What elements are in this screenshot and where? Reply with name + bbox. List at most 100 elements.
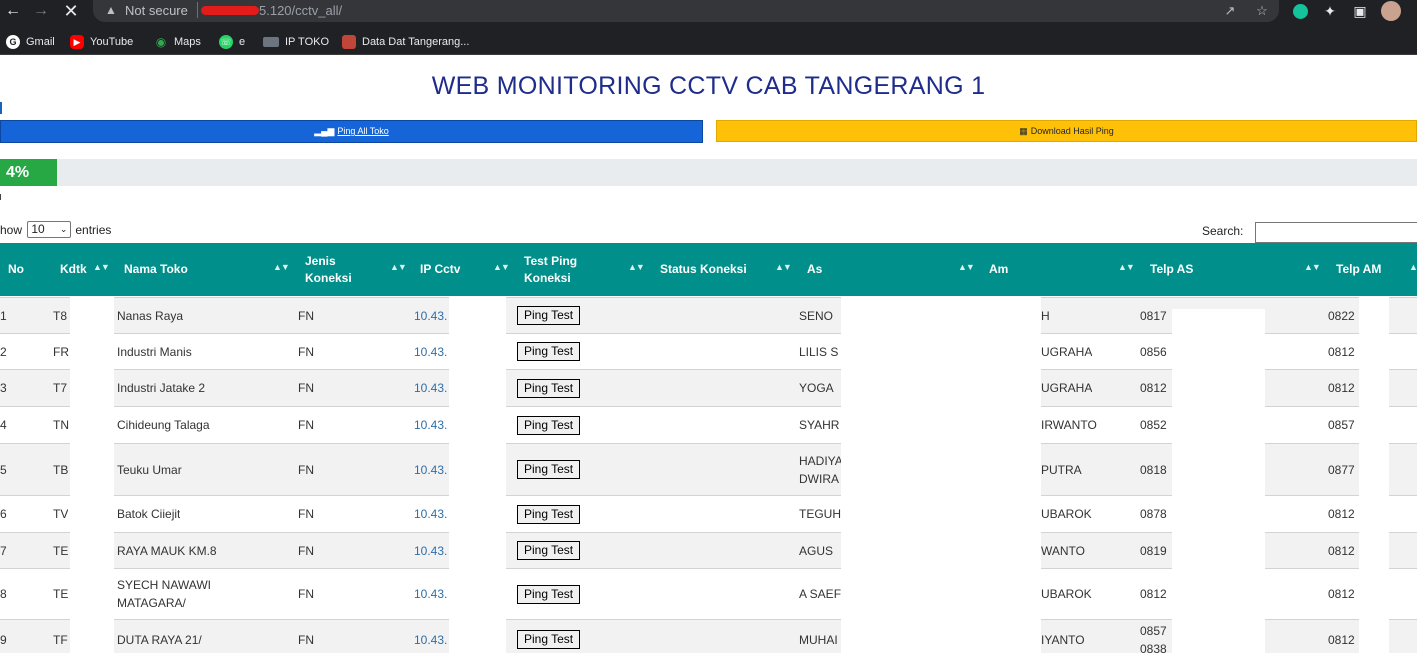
ping-test-button[interactable]: Ping Test <box>517 630 581 649</box>
bookmark-maps[interactable]: ◉ Maps <box>154 33 201 51</box>
sort-icon[interactable]: ▲▼ <box>775 262 792 272</box>
cell-text: UBAROK <box>1041 507 1092 521</box>
grammarly-icon[interactable] <box>1290 1 1310 21</box>
col-ip-cctv[interactable]: IP Cctv <box>420 243 460 296</box>
warning-icon: ▲ <box>105 3 117 17</box>
cell-text: Cihideung Talaga <box>117 418 210 432</box>
cell-no: 1 <box>0 308 7 323</box>
ping-test-button[interactable]: Ping Test <box>517 306 581 325</box>
star-icon[interactable]: ☆ <box>1253 2 1271 20</box>
col-status-label: Status Koneksi <box>660 262 747 276</box>
share-icon[interactable]: ↗ <box>1221 2 1239 20</box>
col-test-ping[interactable]: Test Ping Koneksi <box>524 243 577 296</box>
puzzle-icon[interactable]: ✦ <box>1320 1 1340 21</box>
bookmark-data-dat[interactable]: Data Dat Tangerang... <box>342 33 469 51</box>
cell-text: IRWANTO <box>1041 418 1097 432</box>
ping-test-button[interactable]: Ping Test <box>517 504 581 524</box>
cell-ping: Ping Test <box>517 298 581 333</box>
cell-telp-am: 0812 <box>1328 381 1355 395</box>
download-button[interactable]: ▦ Download Hasil Ping <box>716 120 1417 142</box>
security-label[interactable]: Not secure <box>125 3 188 18</box>
col-telp-as[interactable]: Telp AS <box>1150 243 1193 296</box>
cell-text: DUTA RAYA 21/ <box>117 632 202 647</box>
cell-ip[interactable]: 10.43. <box>414 370 447 406</box>
address-bar[interactable]: ▲ Not secure 5.120/cctv_all/ ↗ ☆ <box>93 0 1279 22</box>
ping-test-button[interactable]: Ping Test <box>517 584 581 604</box>
col-am[interactable]: Am <box>989 243 1008 296</box>
cell-am: UGRAHA <box>1041 370 1092 406</box>
ping-test-button[interactable]: Ping Test <box>517 460 581 479</box>
col-telp-am[interactable]: Telp AM <box>1336 243 1381 296</box>
bookmark-label: Maps <box>174 36 201 48</box>
side-panel-icon[interactable]: ▣ <box>1350 1 1370 21</box>
cell-text: Teuku Umar <box>117 462 182 477</box>
entries-select[interactable]: 10 ⌄ <box>27 221 72 238</box>
sort-icon[interactable]: ▲▼ <box>1409 262 1417 272</box>
search-input[interactable] <box>1255 222 1417 243</box>
back-arrow-icon[interactable]: ← <box>2 0 24 22</box>
url-text[interactable]: 5.120/cctv_all/ <box>259 3 342 18</box>
left-edge-mark <box>0 102 2 114</box>
bookmark-whatsapp[interactable]: ☏ e <box>219 33 245 51</box>
cell-am: UBAROK <box>1041 496 1092 532</box>
cell-text: SYAHR <box>799 418 840 432</box>
chevron-down-icon: ⌄ <box>59 224 68 234</box>
sort-icon[interactable]: ▲▼ <box>1118 262 1135 272</box>
cell-text: SYECH NAWAWI <box>117 578 212 592</box>
ping-test-button[interactable]: Ping Test <box>517 342 581 361</box>
cell-no: 2 <box>0 344 7 359</box>
cell-ping: Ping Test <box>517 334 581 369</box>
page-content: WEB MONITORING CCTV CAB TANGERANG 1 ▂▄▆ P… <box>0 56 1417 653</box>
cell-telp-as: 0857 0838 <box>1140 620 1167 653</box>
cell-ip[interactable]: 10.43. <box>414 334 447 369</box>
ping-test-button[interactable]: Ping Test <box>517 415 581 435</box>
ping-all-button[interactable]: ▂▄▆ Ping All Toko <box>0 120 703 143</box>
sort-icon[interactable]: ▲▼ <box>93 262 110 272</box>
cell-am: UGRAHA <box>1041 334 1092 369</box>
sort-icon[interactable]: ▲▼ <box>273 262 290 272</box>
cell-nama: Nanas Raya <box>117 298 183 333</box>
col-jenis-koneksi[interactable]: Jenis Koneksi <box>305 243 352 296</box>
cell-text: RAYA MAUK KM.8 <box>117 543 217 558</box>
cell-ping: Ping Test <box>517 444 581 495</box>
bookmark-youtube[interactable]: ▶ YouTube <box>70 33 133 51</box>
bookmark-gmail[interactable]: G Gmail <box>6 33 55 51</box>
col-no-label: No <box>8 262 24 276</box>
cell-jenis: FN <box>298 507 314 521</box>
forward-arrow-icon[interactable]: → <box>30 0 52 22</box>
col-status-koneksi[interactable]: Status Koneksi <box>660 243 747 296</box>
cell-ip[interactable]: 10.43. <box>414 444 447 495</box>
cell-text: 0857 <box>1140 623 1167 638</box>
sort-icon[interactable]: ▲▼ <box>628 262 645 272</box>
col-no[interactable]: No <box>8 243 24 296</box>
col-nama-toko[interactable]: Nama Toko <box>124 243 188 296</box>
cell-ip[interactable]: 10.43. <box>414 407 447 443</box>
cell-nama: Cihideung Talaga <box>117 407 210 443</box>
col-kdtk[interactable]: Kdtk <box>60 243 87 296</box>
col-as[interactable]: As <box>807 243 822 296</box>
avatar-icon[interactable] <box>1381 1 1401 21</box>
cell-ip[interactable]: 10.43. <box>414 496 447 532</box>
stop-icon[interactable]: ✕ <box>60 0 82 22</box>
cell-as: TEGUH <box>799 496 841 532</box>
cell-telp-as: 0818 <box>1140 444 1167 495</box>
cell-ip[interactable]: 10.43. <box>414 533 447 568</box>
cell-text: TEGUH <box>799 507 841 521</box>
sort-icon[interactable]: ▲▼ <box>1304 262 1321 272</box>
cell-ip[interactable]: 10.43. <box>414 620 447 653</box>
col-jenis-label: Jenis <box>305 253 336 268</box>
cell-no: 4 <box>0 418 7 432</box>
cell-ip[interactable]: 10.43. <box>414 569 447 619</box>
cell-no: 3 <box>0 381 7 395</box>
cell-ping: Ping Test <box>517 370 581 406</box>
browser-toolbar: ← → ✕ ▲ Not secure 5.120/cctv_all/ ↗ ☆ ✦… <box>0 0 1417 29</box>
sort-icon[interactable]: ▲▼ <box>493 262 510 272</box>
cell-ip[interactable]: 10.43. <box>414 298 447 333</box>
ping-test-button[interactable]: Ping Test <box>517 541 581 560</box>
cell-text: Nanas Raya <box>117 308 184 323</box>
ping-test-button[interactable]: Ping Test <box>517 378 581 398</box>
bookmark-ip-toko[interactable]: IP TOKO <box>263 33 329 51</box>
sort-icon[interactable]: ▲▼ <box>958 262 975 272</box>
col-telp-as-label: Telp AS <box>1150 262 1194 276</box>
sort-icon[interactable]: ▲▼ <box>390 262 407 272</box>
